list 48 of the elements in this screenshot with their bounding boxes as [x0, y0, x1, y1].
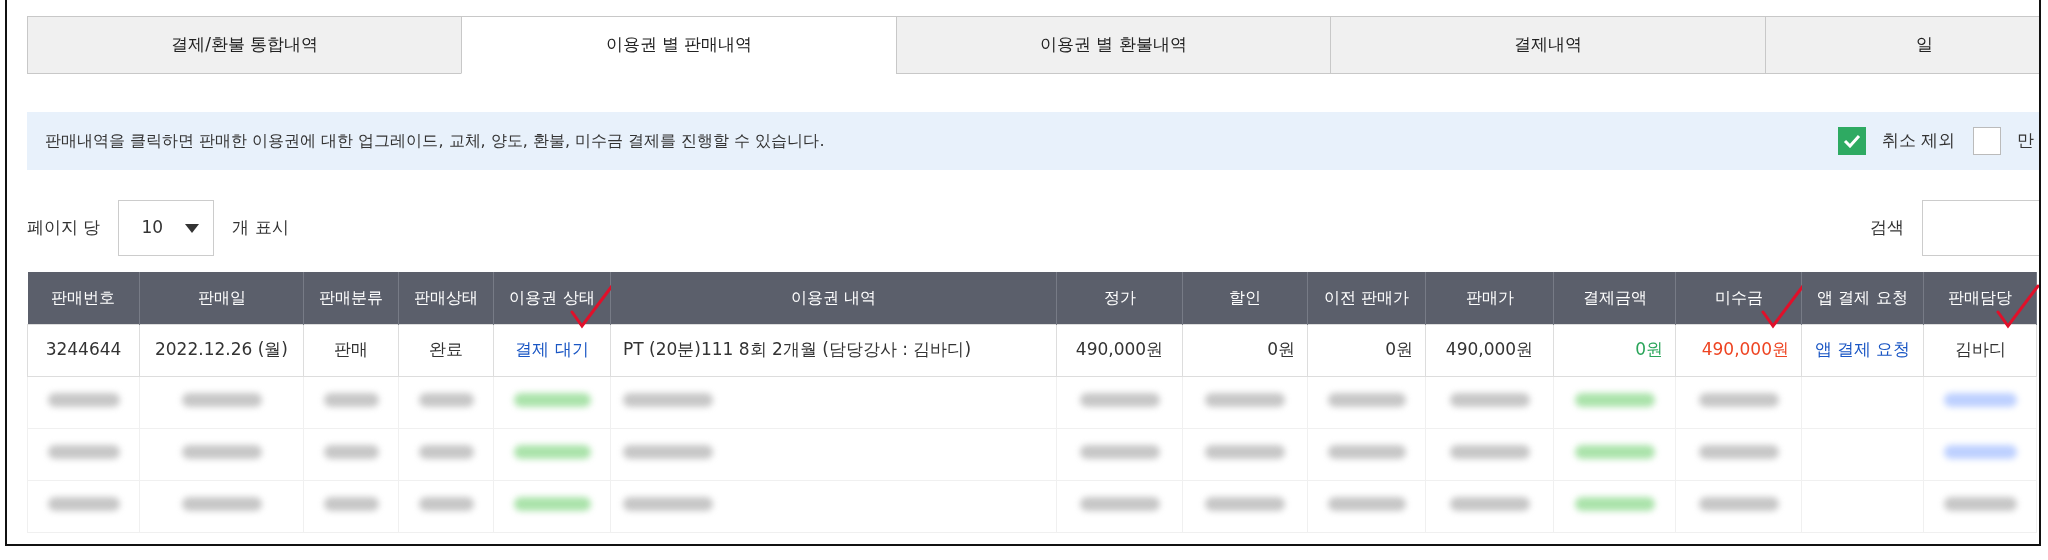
tab[interactable]: 결제/환불 통합내역	[27, 16, 463, 74]
tab[interactable]: 결제내역	[1330, 16, 1766, 74]
checkbox[interactable]	[1837, 127, 1866, 155]
table-cell: 0원	[1553, 324, 1676, 376]
column-header: 판매일	[139, 272, 304, 324]
search-label: 검색	[1870, 216, 1904, 240]
column-header: 판매상태	[398, 272, 494, 324]
checkbox[interactable]	[1973, 127, 2001, 155]
tab[interactable]: 일	[1764, 16, 2039, 74]
blurred-text	[323, 497, 379, 512]
check-icon	[1842, 134, 1861, 148]
blurred-text	[418, 497, 474, 512]
search-field[interactable]	[1922, 200, 2039, 256]
table-cell: 490,000원	[1056, 324, 1183, 376]
page-size-suffix: 개 표시	[232, 216, 290, 240]
table-cell: 3244644	[27, 324, 140, 376]
column-header: 정가	[1056, 272, 1183, 324]
blurred-text	[323, 393, 379, 408]
table-cell: 김바디	[1923, 324, 2037, 376]
page-size-label: 페이지 당	[27, 216, 101, 240]
table-cell: 2022.12.26 (월)	[139, 324, 304, 376]
blurred-text	[323, 445, 379, 460]
checkbox-label: 취소 제외	[1881, 129, 1955, 153]
column-header: 앱 결제 요청	[1801, 272, 1924, 324]
column-header: 할인	[1182, 272, 1308, 324]
column-header: 판매가	[1425, 272, 1554, 324]
column-header: 결제금액	[1553, 272, 1676, 324]
table-cell: 0원	[1307, 324, 1426, 376]
page-size-select[interactable]: 10	[118, 200, 215, 256]
tab[interactable]: 이용권 별 판매내역	[461, 16, 897, 74]
tab[interactable]: 이용권 별 환불내역	[895, 16, 1332, 74]
table-cell: 완료	[398, 324, 494, 376]
table-cell: 판매	[303, 324, 399, 376]
column-header: 판매번호	[27, 272, 140, 324]
table-cell[interactable]: 앱 결제 요청	[1801, 324, 1924, 376]
column-header: 이전 판매가	[1307, 272, 1426, 324]
blurred-text	[418, 445, 474, 460]
table-cell: PT (20분)111 8회 2개월 (담당강사 : 김바디)	[610, 324, 1057, 376]
table-cell[interactable]: 결제 대기	[493, 324, 611, 376]
notice-text: 판매내역을 클릭하면 판매한 이용권에 대한 업그레이드, 교체, 양도, 환불, 미수금 결제를 진행할 수 있습니다.	[45, 130, 826, 152]
checkbox-label: 만	[2017, 129, 2034, 153]
table-cell: 490,000원	[1425, 324, 1554, 376]
blurred-text	[418, 393, 474, 408]
column-header: 이용권 내역	[610, 272, 1057, 324]
column-header: 판매분류	[303, 272, 399, 324]
table-cell: 490,000원	[1675, 324, 1802, 376]
dropdown-caret-icon	[185, 223, 200, 233]
table-cell: 0원	[1182, 324, 1308, 376]
